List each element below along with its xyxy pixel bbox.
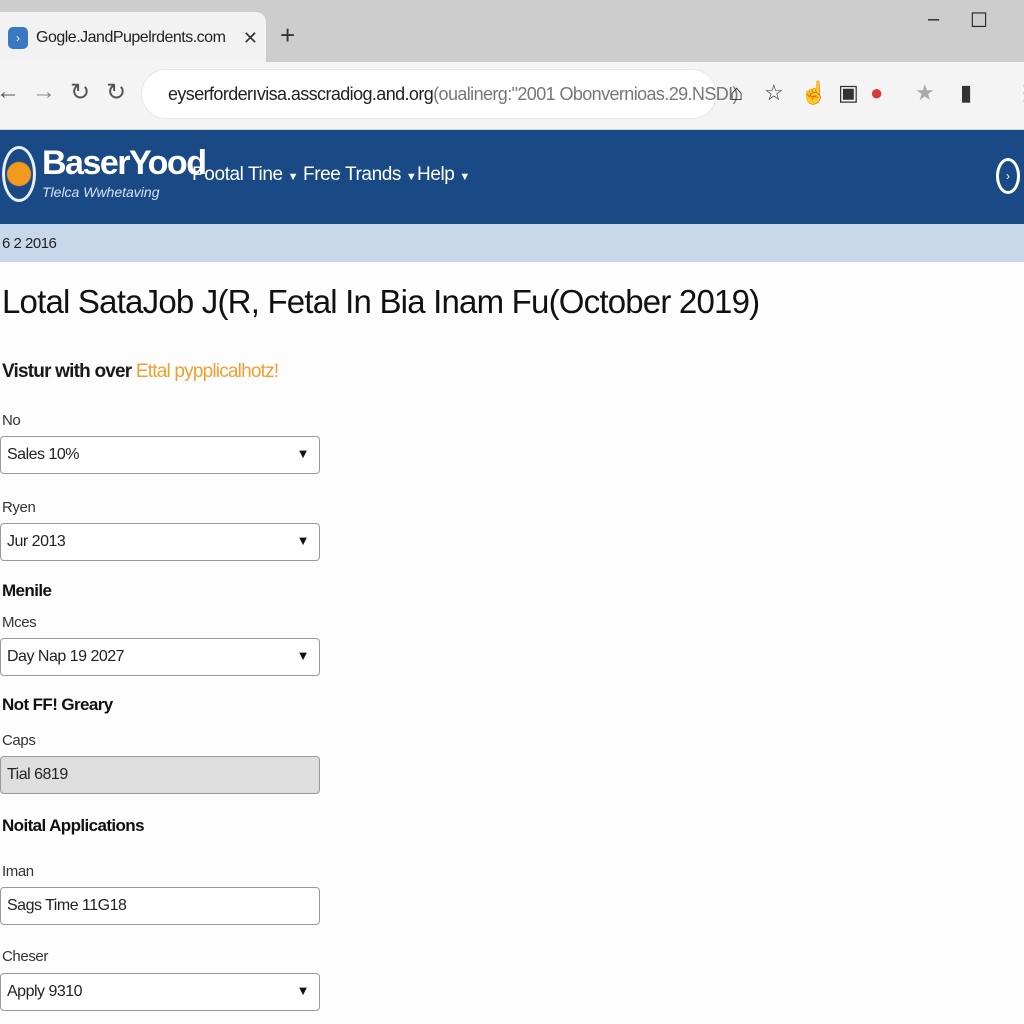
field-label: Iman: [2, 863, 34, 880]
account-icon[interactable]: ›: [996, 158, 1020, 194]
forward-icon[interactable]: →: [32, 78, 56, 106]
page-subtitle: Vistur with over Ettal pypplicalhotz!: [2, 361, 279, 382]
apply-select[interactable]: Apply 9310 ▼: [0, 973, 320, 1011]
chevron-down-icon: ▼: [459, 171, 470, 183]
dropdown-caret-icon: ▼: [296, 648, 310, 663]
field-label: Ryen: [2, 499, 36, 516]
hand-icon[interactable]: ☝: [800, 80, 827, 106]
section-heading: Not FF! Greary: [2, 695, 113, 714]
day-select[interactable]: Day Nap 19 2027 ▼: [0, 638, 320, 676]
logo-icon[interactable]: [2, 146, 36, 202]
chevron-down-icon: ▼: [287, 171, 299, 183]
dropdown-caret-icon: ▼: [296, 533, 310, 548]
caps-input: Tial 6819: [0, 756, 320, 794]
date-select[interactable]: Jur 2013 ▼: [0, 523, 320, 561]
url-query: (oualinerg:"2001 Obonvernioas.29.NSDI): [433, 83, 738, 104]
field-label: Cheser: [2, 948, 48, 965]
iman-input[interactable]: Sags Time 11G18: [0, 887, 320, 925]
field-label: No: [2, 412, 21, 429]
reload-icon[interactable]: ↻: [70, 78, 90, 107]
menu-free-trands[interactable]: Free Trands ▼: [303, 164, 417, 186]
browser-tab[interactable]: › Gogle.JandPupelrdents.com ✕: [0, 12, 266, 64]
reader-icon[interactable]: ▣: [838, 80, 859, 106]
extension-red-icon[interactable]: ●: [870, 80, 883, 106]
dropdown-caret-icon: ▼: [296, 446, 310, 461]
field-label: Caps: [2, 732, 36, 749]
home-icon[interactable]: ⌂: [730, 80, 743, 106]
maximize-icon[interactable]: ☐: [970, 8, 988, 33]
url-host: eyserforderıvisa.asscradiog.and.org: [168, 83, 434, 104]
sales-select[interactable]: Sales 10% ▼: [0, 436, 320, 474]
section-heading: Noital Applications: [2, 816, 145, 835]
dropdown-caret-icon: ▼: [296, 983, 310, 998]
tab-bar: › Gogle.JandPupelrdents.com ✕ + – ☐: [0, 0, 1024, 64]
browser-toolbar: ← → ↻ ↻ eyserforderıvisa.asscradiog.and.…: [0, 62, 1024, 130]
menu-help[interactable]: Help ▼: [417, 164, 470, 186]
back-icon[interactable]: ←: [0, 78, 20, 106]
new-tab-button[interactable]: +: [280, 20, 295, 51]
star-icon[interactable]: ★: [915, 80, 935, 106]
menu-icon[interactable]: ⋮: [1014, 80, 1024, 106]
date-bar: 6 2 2016: [0, 224, 1024, 262]
brand-tagline: Tlelca Wwhetaving: [42, 184, 160, 200]
site-header: BaserYood Tlelca Wwhetaving Pootal Tine …: [0, 130, 1024, 224]
clipboard-icon[interactable]: ▮: [960, 80, 972, 106]
reload-alt-icon[interactable]: ↻: [106, 78, 126, 107]
subtitle-highlight: Ettal pypplicalhotz!: [135, 361, 279, 382]
page-title: Lotal SataJob J(R, Fetal In Bia Inam Fu(…: [2, 283, 760, 320]
close-tab-icon[interactable]: ✕: [243, 28, 258, 49]
field-label: Mces: [2, 614, 37, 631]
tab-title: Gogle.JandPupelrdents.com: [36, 29, 226, 46]
section-heading: Menile: [2, 581, 52, 600]
site-favicon-icon: ›: [8, 27, 28, 49]
address-bar[interactable]: eyserforderıvisa.asscradiog.and.org(oual…: [142, 70, 739, 118]
chevron-down-icon: ▼: [405, 171, 417, 183]
menu-pootal-tine[interactable]: Pootal Tine ▼: [192, 164, 298, 186]
brand-name[interactable]: BaserYood: [42, 144, 207, 183]
star-outline-icon[interactable]: ☆: [764, 80, 784, 106]
minimize-icon[interactable]: –: [928, 8, 939, 31]
